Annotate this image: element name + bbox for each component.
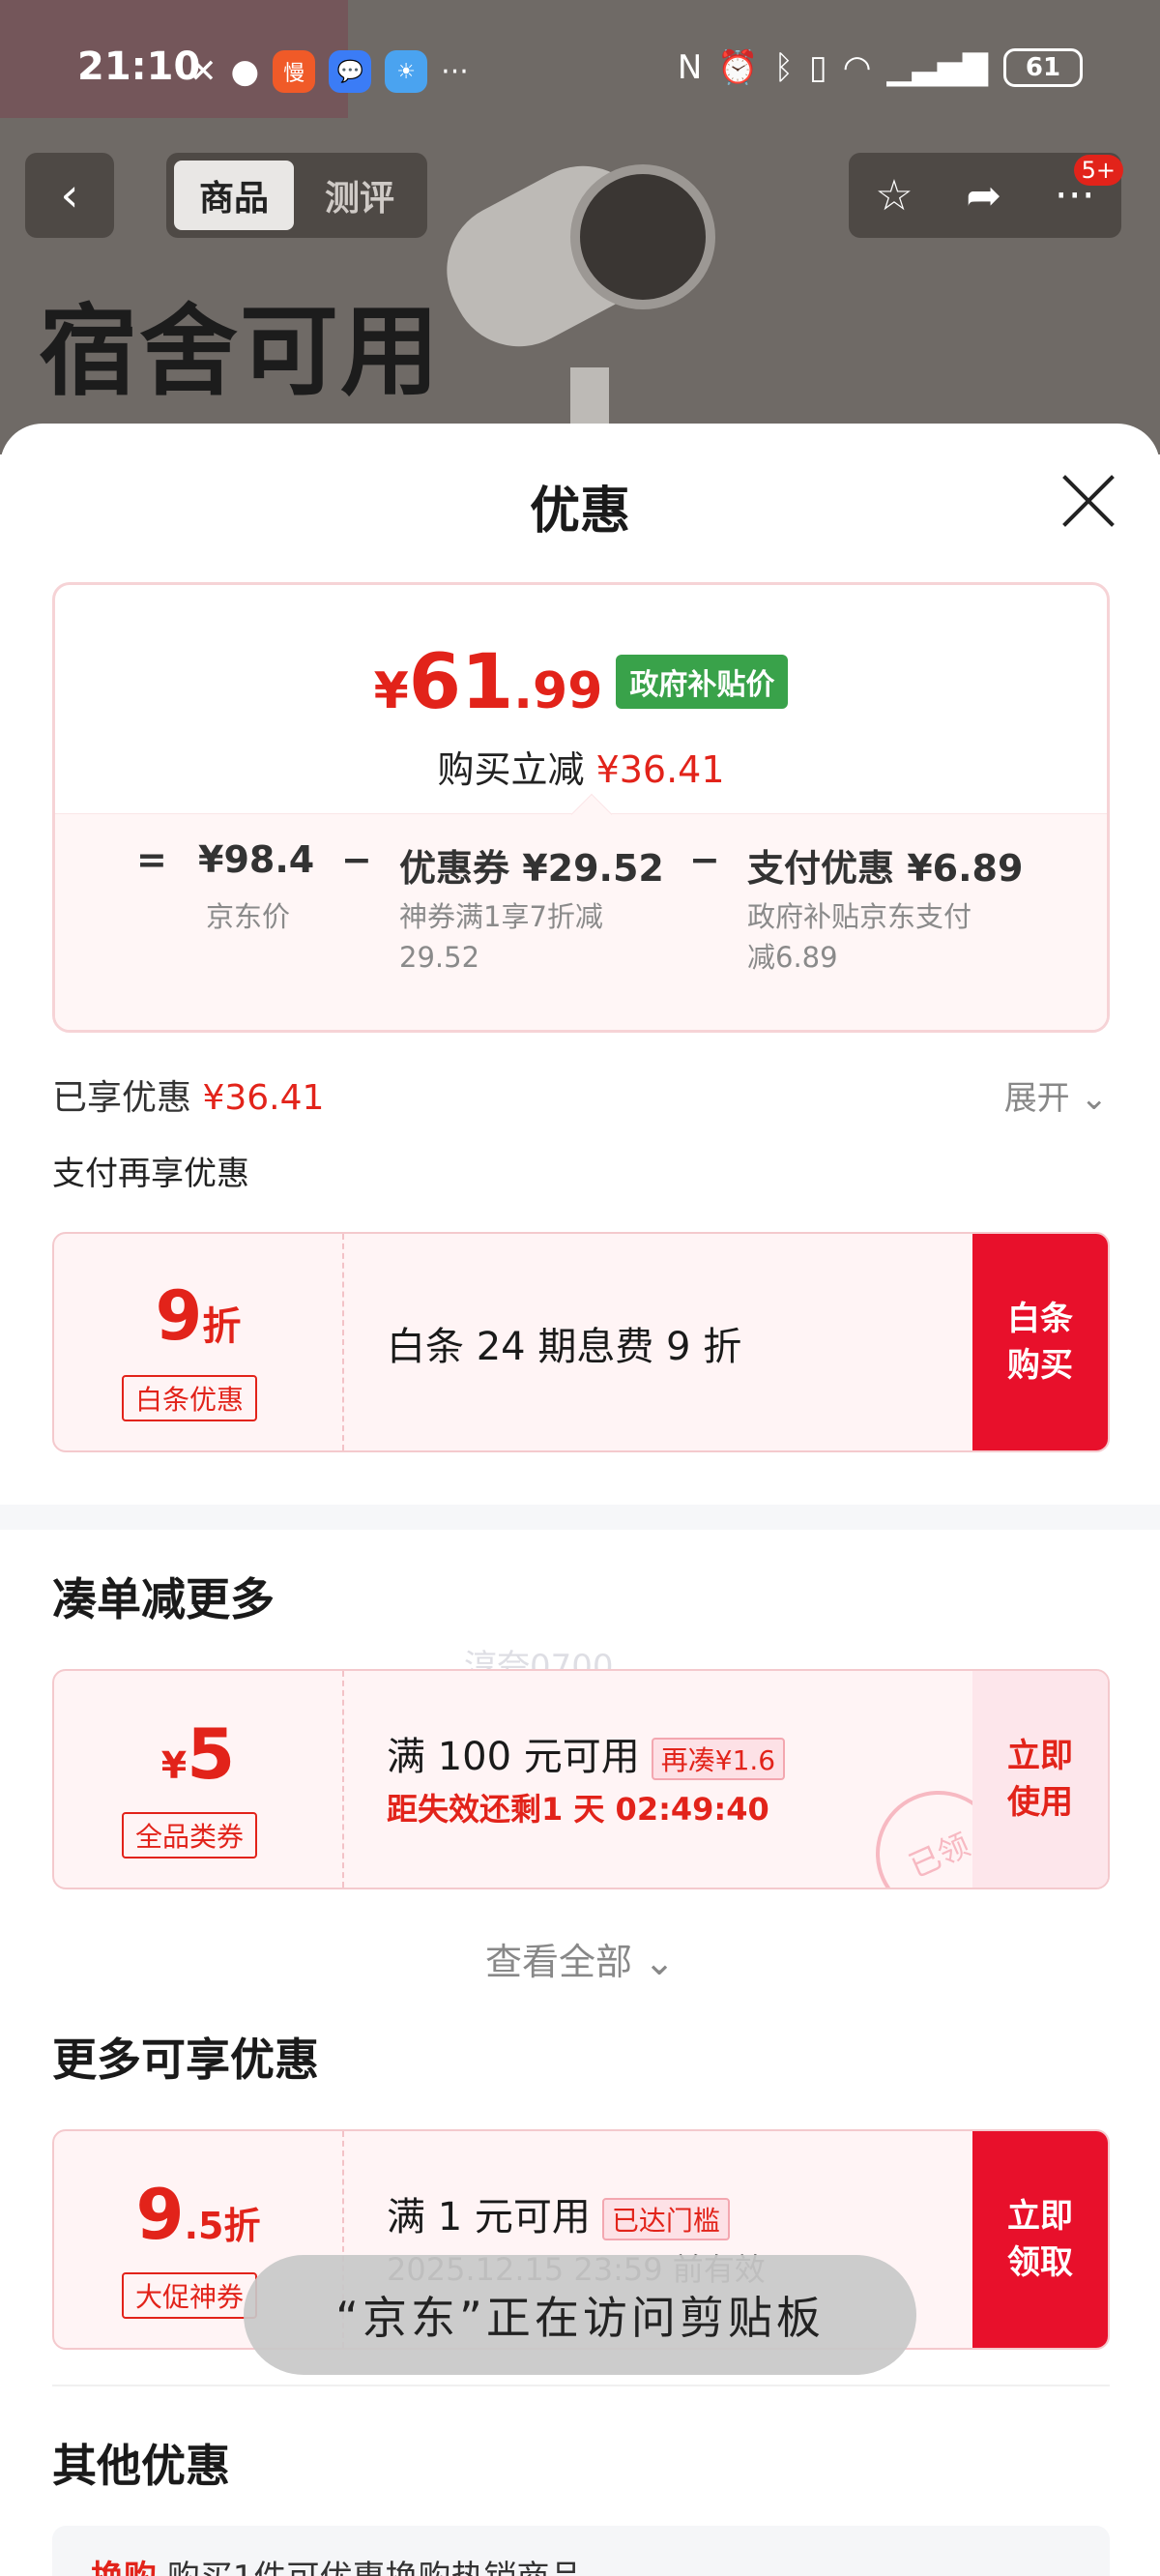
pay-desc-2: 减6.89 xyxy=(747,941,838,974)
pay-desc-1: 政府补贴京东支付 xyxy=(747,900,972,933)
battery-icon: 61 xyxy=(1003,48,1083,87)
coupon-5-tag: 全品类券 xyxy=(122,1812,258,1859)
section-more-title: 凑单减更多 xyxy=(52,1573,275,1625)
claim-now-button[interactable]: 立即 领取 xyxy=(972,2131,1108,2348)
section-more-enjoy-title: 更多可享优惠 xyxy=(52,2034,319,2086)
coupon-5-countdown: 距失效还剩1 天 02:49:40 xyxy=(387,1791,769,1828)
sheet-title: 优惠 xyxy=(529,483,630,541)
baitiao-card: 9折 白条优惠 白条 24 期息费 9 折 白条 购买 xyxy=(52,1232,1110,1452)
use-now-button[interactable]: 立即 使用 xyxy=(972,1671,1108,1888)
instant-discount: 购买立减 ¥36.41 xyxy=(437,748,725,791)
coupon-95-extra: 已达门槛 xyxy=(601,2198,730,2240)
star-icon[interactable]: ☆ xyxy=(875,171,913,220)
message-badge: 5+ xyxy=(1073,155,1123,186)
minus-sign-2: − xyxy=(689,838,720,881)
pay-discount: 支付优惠 ¥6.89 xyxy=(747,847,1024,890)
tab-review[interactable]: 测评 xyxy=(300,161,420,230)
price-formula: = ¥98.4 京东价 − 优惠券 ¥29.52 神券满1享7折减 29.52 … xyxy=(55,838,1107,1030)
other-offer-item[interactable]: 换购 购买1件可优惠换购热销商品 xyxy=(52,2526,1110,2576)
product-image xyxy=(422,142,715,425)
close-icon[interactable] xyxy=(1059,472,1117,530)
clipboard-toast: “京东”正在访问剪贴板 xyxy=(244,2255,916,2375)
jd-price-label: 京东价 xyxy=(206,900,291,933)
tab-product[interactable]: 商品 xyxy=(174,161,294,230)
share-icon[interactable]: ➦ xyxy=(966,171,1001,220)
wifi-icon: ◠ xyxy=(842,48,872,87)
chevron-left-icon: ‹ xyxy=(60,168,79,222)
app-icon: 慢 xyxy=(273,50,316,93)
coupon-desc-2: 29.52 xyxy=(399,941,480,974)
status-bar: 21:10 ✕ ● 慢 💬 ☀ ··· N ⏰ ᛒ ▯ ◠ ▁▃▅▇ 61 xyxy=(0,0,1160,139)
coupon-95-title: 满 1 元可用 已达门槛 xyxy=(387,2185,730,2241)
baitiao-desc: 白条 24 期息费 9 折 xyxy=(387,1325,742,1369)
vibrate-icon: ▯ xyxy=(809,48,827,87)
product-tabs: 商品 测评 xyxy=(166,153,427,238)
message-icon: 💬 xyxy=(329,50,372,93)
bluetooth-icon: ᛒ xyxy=(773,48,795,87)
signal-icon: ▁▃▅▇ xyxy=(886,48,988,87)
equals-sign: = xyxy=(136,838,167,881)
nfc-icon: N xyxy=(677,48,703,87)
see-all-button[interactable]: 查看全部 ⌄ xyxy=(0,1932,1160,1985)
baitiao-discount: 9折 xyxy=(155,1276,242,1356)
final-price: ¥61.99 xyxy=(373,639,603,726)
coupon-5-extra: 再凑¥1.6 xyxy=(651,1738,786,1780)
chevron-down-icon: ⌄ xyxy=(644,1941,675,1983)
coupon-5: ¥5 全品类券 满 100 元可用 再凑¥1.6 距失效还剩1 天 02:49:4… xyxy=(52,1669,1110,1889)
baitiao-tag: 白条优惠 xyxy=(122,1375,258,1421)
back-button[interactable]: ‹ xyxy=(25,153,114,238)
expand-button[interactable]: 展开 ⌄ xyxy=(1004,1071,1108,1119)
banner-text: 宿舍可用 xyxy=(39,295,441,410)
jd-price: ¥98.4 xyxy=(198,838,315,881)
coupon-95-amount: 9.5折 xyxy=(135,2174,261,2255)
price-summary-card: ¥61.99 政府补贴价 购买立减 ¥36.41 = ¥98.4 京东价 − 优… xyxy=(52,582,1110,1033)
wechat-icon: ● xyxy=(230,52,260,91)
coupon-amount: 优惠券 ¥29.52 xyxy=(399,847,664,890)
status-time: 21:10 xyxy=(77,44,201,89)
coupon-desc-1: 神券满1享7折减 xyxy=(399,900,603,933)
coupon-5-amount: ¥5 xyxy=(160,1713,236,1795)
pay-section-label: 支付再享优惠 xyxy=(52,1155,249,1193)
minus-sign: − xyxy=(341,838,372,881)
weather-icon: ☀ xyxy=(385,50,428,93)
notification-icons: ✕ ● 慢 💬 ☀ ··· xyxy=(189,50,469,93)
chevron-down-icon: ⌄ xyxy=(1080,1079,1109,1118)
coupon-95-tag: 大促神券 xyxy=(122,2272,258,2319)
system-icons: N ⏰ ᛒ ▯ ◠ ▁▃▅▇ 61 xyxy=(678,48,1083,87)
baitiao-buy-button[interactable]: 白条 购买 xyxy=(972,1234,1108,1450)
more-notifications-icon: ··· xyxy=(441,54,469,89)
missed-call-icon: ✕ xyxy=(189,52,218,91)
gov-subsidy-tag: 政府补贴价 xyxy=(616,655,789,709)
section-other-title: 其他优惠 xyxy=(52,2440,230,2492)
discount-sheet: 优惠 ¥61.99 政府补贴价 购买立减 ¥36.41 = ¥98.4 京东价 … xyxy=(0,424,1160,2576)
enjoyed-discount: 已享优惠 ¥36.41 xyxy=(52,1078,325,1118)
alarm-icon: ⏰ xyxy=(717,48,759,87)
coupon-5-title: 满 100 元可用 再凑¥1.6 xyxy=(387,1725,786,1781)
